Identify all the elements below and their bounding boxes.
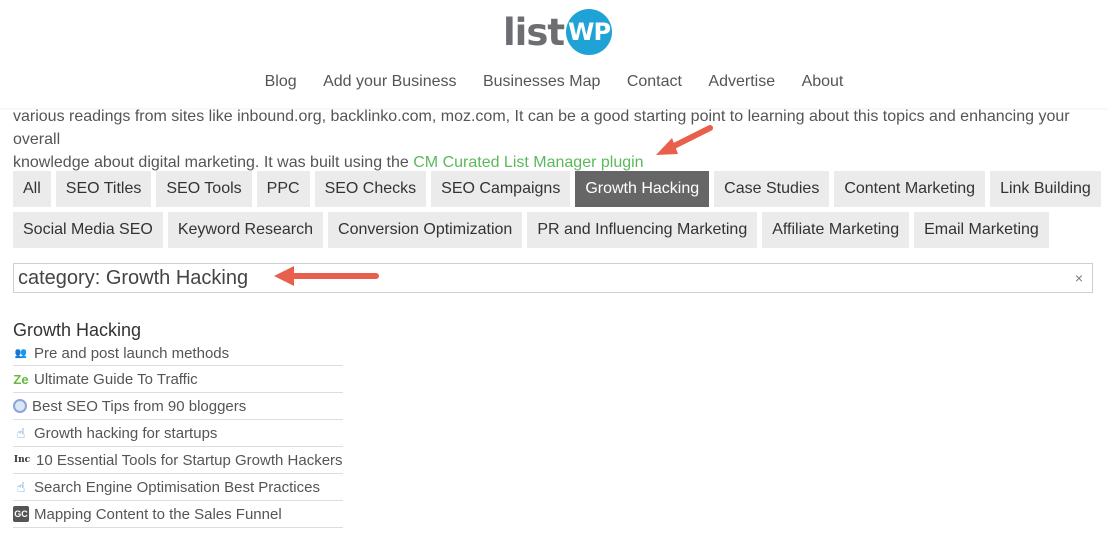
nav-about[interactable]: About (802, 73, 844, 91)
filter-button-seo-titles[interactable]: SEO Titles (55, 171, 152, 207)
filter-button-pr-and-influencing-marketing[interactable]: PR and Influencing Marketing (527, 212, 758, 248)
filter-button-seo-tools[interactable]: SEO Tools (156, 171, 252, 207)
filter-button-social-media-seo[interactable]: Social Media SEO (13, 212, 163, 248)
filter-button-case-studies[interactable]: Case Studies (714, 171, 830, 207)
list-item-label: Growth hacking for startups (34, 424, 218, 442)
people-icon: 👥 (14, 348, 28, 359)
link-list: 👥 Pre and post launch methods Ze Ultimate G… (13, 342, 343, 528)
arrow-annotation-search (274, 266, 379, 286)
search-bar: × (13, 263, 1093, 293)
intro-line-1: various readings from sites like inbound… (13, 108, 1070, 148)
globe-icon (13, 399, 27, 413)
site-logo[interactable]: list WP (503, 9, 613, 55)
ze-icon: Ze (13, 371, 29, 387)
nav-blog[interactable]: Blog (265, 73, 297, 91)
category-title: Growth Hacking (13, 320, 142, 340)
pointer-hand-icon: ☝ (16, 478, 26, 495)
list-item[interactable]: Ze Ultimate Guide To Traffic (13, 366, 343, 393)
list-item[interactable]: GC Mapping Content to the Sales Funnel (13, 501, 343, 528)
inc-icon: Inc (13, 455, 31, 465)
nav-contact[interactable]: Contact (627, 73, 682, 91)
list-item-label: 10 Essential Tools for Startup Growth Ha… (36, 451, 343, 469)
intro-paragraph: various readings from sites like inbound… (13, 105, 1098, 174)
list-item-label: Mapping Content to the Sales Funnel (34, 505, 282, 523)
nav-businesses-map[interactable]: Businesses Map (483, 73, 600, 91)
filter-button-all[interactable]: All (13, 171, 51, 207)
gc-icon: GC (13, 506, 29, 522)
filter-row-1: All SEO Titles SEO Tools PPC SEO Checks SEO C… (13, 171, 1101, 207)
plugin-link[interactable]: CM Curated List Manager plugin (413, 154, 643, 171)
filter-button-content-marketing[interactable]: Content Marketing (834, 171, 986, 207)
logo-text: list (503, 10, 565, 54)
list-item[interactable]: Inc 10 Essential Tools for Startup Growth… (13, 447, 343, 474)
nav-advertise[interactable]: Advertise (708, 73, 775, 91)
filter-button-email-marketing[interactable]: Email Marketing (914, 212, 1049, 248)
list-item-label: Best SEO Tips from 90 bloggers (32, 397, 247, 415)
list-item[interactable]: ☝ Growth hacking for startups (13, 420, 343, 447)
list-item-label: Search Engine Optimisation Best Practice… (34, 478, 320, 496)
filter-button-seo-checks[interactable]: SEO Checks (314, 171, 427, 207)
nav-add-business[interactable]: Add your Business (323, 73, 456, 91)
category-section: Growth Hacking 👥 Pre and post launch meth… (13, 318, 343, 528)
clear-icon[interactable]: × (1075, 270, 1083, 286)
main-nav: Blog Add your Business Businesses Map Co… (0, 73, 1108, 91)
site-header: list WP Blog Add your Business Businesse… (0, 0, 1108, 108)
filter-button-seo-campaigns[interactable]: SEO Campaigns (431, 171, 571, 207)
list-item-label: Pre and post launch methods (34, 345, 230, 362)
filter-button-conversion-optimization[interactable]: Conversion Optimization (328, 212, 523, 248)
filter-button-ppc[interactable]: PPC (256, 171, 310, 207)
filter-button-affiliate-marketing[interactable]: Affiliate Marketing (762, 212, 910, 248)
search-input[interactable] (14, 264, 1054, 292)
pointer-hand-icon: ☝ (16, 424, 26, 441)
logo-badge: WP (566, 9, 613, 55)
list-item[interactable]: Best SEO Tips from 90 bloggers (13, 393, 343, 420)
category-filters: All SEO Titles SEO Tools PPC SEO Checks SEO C… (13, 171, 1101, 253)
filter-row-2: Social Media SEO Keyword Research Conversi… (13, 212, 1098, 248)
filter-button-link-building[interactable]: Link Building (990, 171, 1101, 207)
filter-button-growth-hacking[interactable]: Growth Hacking (575, 171, 710, 207)
list-item[interactable]: 👥 Pre and post launch methods (13, 342, 343, 366)
list-item-label: Ultimate Guide To Traffic (34, 370, 198, 388)
list-item[interactable]: ☝ Search Engine Optimisation Best Practic… (13, 474, 343, 501)
arrow-annotation-plugin (656, 125, 713, 155)
filter-button-keyword-research[interactable]: Keyword Research (167, 212, 324, 248)
